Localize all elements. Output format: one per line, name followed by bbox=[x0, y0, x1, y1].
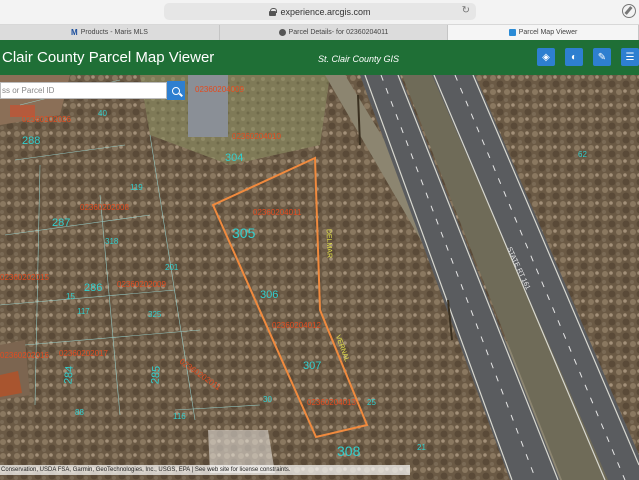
address-label: 288 bbox=[22, 135, 41, 147]
search-placeholder: ss or Parcel ID bbox=[2, 86, 55, 95]
parcel-id-label[interactable]: 02360202008 bbox=[80, 203, 129, 212]
tab-maris-mls[interactable]: M Products - Maris MLS bbox=[0, 25, 220, 40]
parcel-id-label[interactable]: 02360202009 bbox=[117, 280, 166, 289]
measure-button[interactable]: ✎ bbox=[593, 48, 611, 66]
list-button[interactable]: ☰ bbox=[621, 48, 639, 66]
layers-button[interactable]: ◈ bbox=[537, 48, 555, 66]
list-icon: ☰ bbox=[625, 51, 635, 63]
reload-icon[interactable]: ↻ bbox=[462, 5, 470, 16]
search-button[interactable] bbox=[167, 81, 185, 100]
address-label: 119 bbox=[130, 183, 143, 192]
layers-icon: ◈ bbox=[542, 51, 550, 63]
tab-label: Parcel Map Viewer bbox=[518, 29, 578, 36]
address-label: 285 bbox=[149, 365, 163, 385]
parcel-id-label[interactable]: 02360202015 bbox=[0, 273, 49, 282]
address-label: 284 bbox=[62, 365, 76, 385]
app-header: Clair County Parcel Map Viewer St. Clair… bbox=[0, 40, 639, 75]
maris-logo-icon: M bbox=[71, 28, 78, 37]
parcel-id-label[interactable]: 02360202017 bbox=[59, 349, 108, 358]
address-label: 308 bbox=[337, 443, 361, 459]
basemap-button[interactable]: ◐ bbox=[565, 48, 583, 66]
parcel-id-label[interactable]: 02360202016 bbox=[0, 351, 49, 360]
app-title: Clair County Parcel Map Viewer bbox=[2, 49, 215, 66]
parcel-id-label[interactable]: 02360204012 bbox=[272, 321, 321, 330]
url-bar[interactable]: experience.arcgis.com ↻ bbox=[164, 3, 476, 20]
address-label: 307 bbox=[303, 360, 322, 372]
map-view[interactable]: ss or Parcel ID 02360204009 02360202026 … bbox=[0, 75, 639, 480]
tab-label: Products - Maris MLS bbox=[80, 29, 148, 36]
address-label: 21 bbox=[417, 443, 426, 452]
parcel-id-label[interactable]: 02360202026 bbox=[22, 115, 71, 124]
address-label: 318 bbox=[105, 237, 119, 246]
basemap-icon: ◐ bbox=[570, 51, 578, 63]
address-label: 287 bbox=[52, 217, 71, 229]
search-input[interactable]: ss or Parcel ID bbox=[0, 82, 167, 99]
search-icon bbox=[172, 86, 180, 95]
address-label: 88 bbox=[75, 408, 84, 417]
address-label: 40 bbox=[98, 109, 107, 118]
address-label: 30 bbox=[263, 395, 272, 404]
parcel-map-icon bbox=[508, 29, 516, 36]
address-label: 325 bbox=[148, 310, 162, 319]
address-label: 286 bbox=[84, 282, 103, 294]
address-label: 201 bbox=[165, 263, 179, 272]
compass-icon[interactable] bbox=[622, 4, 636, 18]
app-subtitle: St. Clair County GIS bbox=[318, 54, 400, 64]
address-label: 62 bbox=[578, 150, 587, 159]
address-label: 306 bbox=[260, 289, 279, 301]
tab-parcel-details[interactable]: Parcel Details- for 02360204011 bbox=[220, 25, 448, 40]
browser-toolbar: experience.arcgis.com ↻ bbox=[0, 0, 639, 25]
address-label: 305 bbox=[232, 225, 256, 241]
measure-icon: ✎ bbox=[597, 51, 607, 63]
parcel-id-label[interactable]: 02360204010 bbox=[232, 132, 281, 141]
parcel-id-label[interactable]: 02360204013 bbox=[307, 398, 356, 407]
map-attribution: Conservation, USDA FSA, Garmin, GeoTechn… bbox=[0, 465, 410, 475]
address-label: 116 bbox=[173, 412, 186, 421]
address-label: 304 bbox=[225, 152, 244, 164]
address-label: 25 bbox=[367, 398, 376, 407]
parcel-id-label[interactable]: 02360204009 bbox=[195, 85, 244, 94]
tab-bar: M Products - Maris MLS Parcel Details- f… bbox=[0, 25, 639, 40]
circle-icon bbox=[278, 29, 286, 36]
road-label: DELMAR bbox=[324, 228, 333, 259]
parcel-id-label[interactable]: 02360204011 bbox=[253, 208, 301, 217]
lock-icon bbox=[269, 7, 278, 16]
address-label: 117 bbox=[77, 307, 90, 316]
tab-parcel-map-viewer[interactable]: Parcel Map Viewer bbox=[448, 25, 639, 40]
tab-label: Parcel Details- for 02360204011 bbox=[288, 29, 389, 36]
aerial-imagery bbox=[0, 75, 639, 480]
url-text: experience.arcgis.com bbox=[280, 6, 371, 17]
address-label: 15 bbox=[66, 292, 75, 301]
